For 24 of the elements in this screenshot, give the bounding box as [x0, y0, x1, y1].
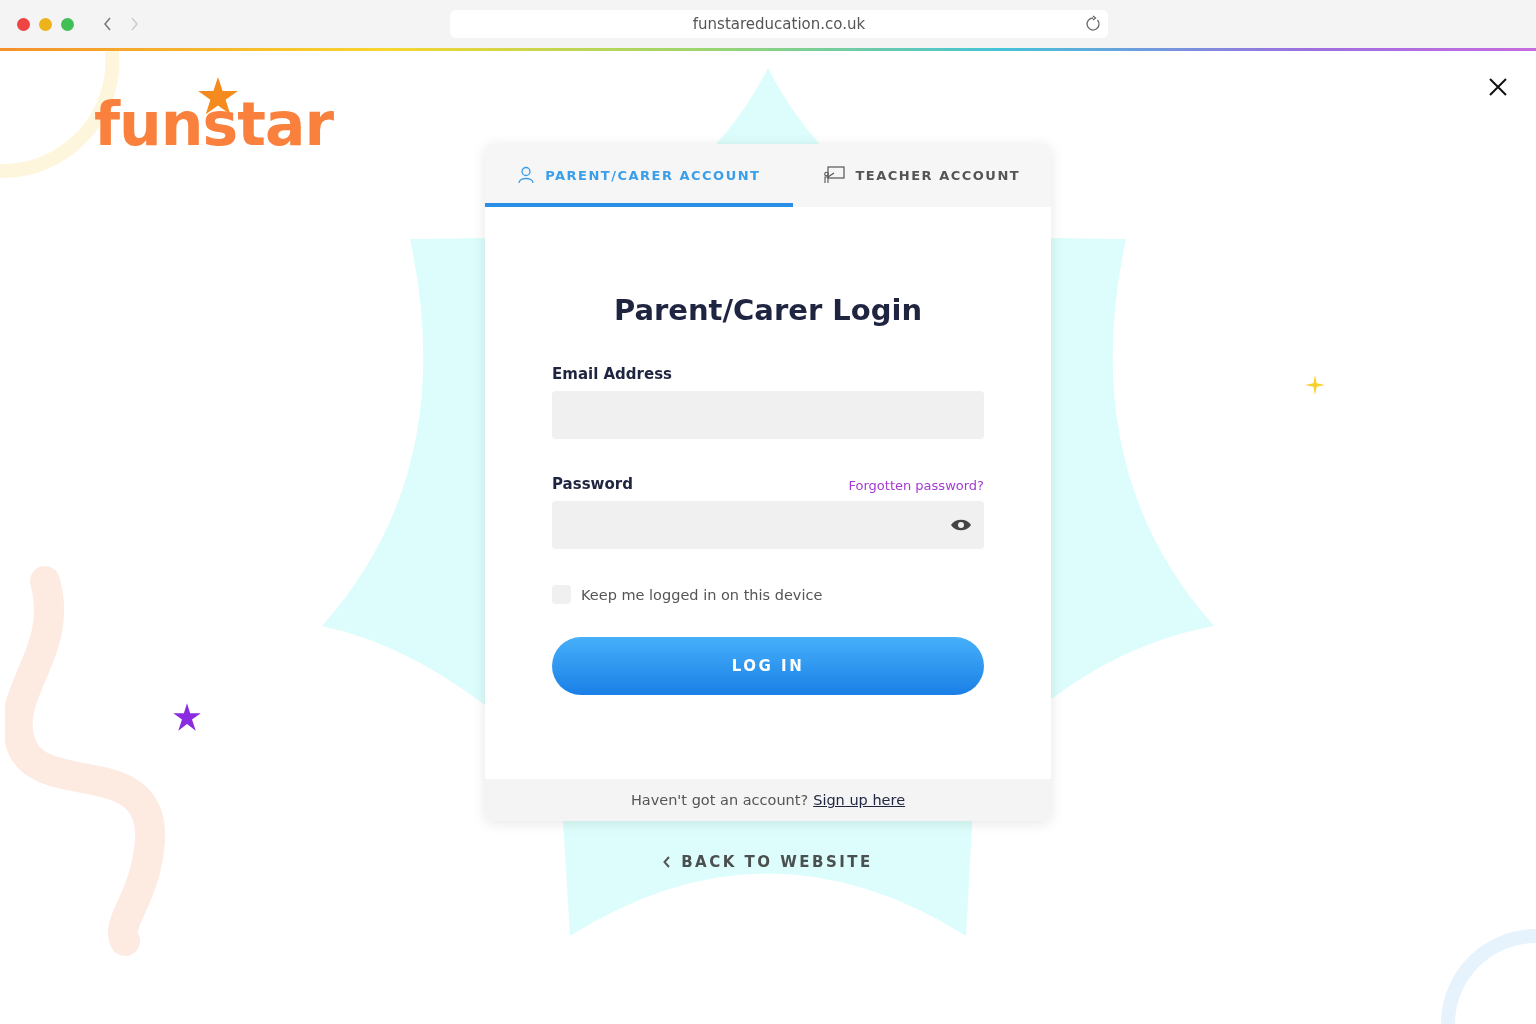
back-icon[interactable]: [102, 17, 114, 31]
login-title: Parent/Carer Login: [612, 293, 924, 327]
close-icon[interactable]: [1488, 77, 1508, 97]
close-window-dot[interactable]: [17, 17, 30, 31]
address-bar[interactable]: funstareducation.co.uk: [450, 10, 1108, 38]
password-field[interactable]: [552, 501, 984, 549]
chevron-left-icon: [663, 856, 672, 868]
remember-label: Keep me logged in on this device: [581, 586, 823, 603]
minimize-window-dot[interactable]: [39, 17, 52, 31]
eye-icon[interactable]: [950, 518, 972, 532]
sign-up-link[interactable]: Sign up here: [813, 792, 906, 808]
sparkle-icon: [1305, 375, 1325, 395]
email-label: Email Address: [552, 365, 673, 383]
password-label: Password: [552, 475, 633, 493]
maximize-window-dot[interactable]: [61, 17, 74, 31]
signup-prompt: Haven't got an account?: [630, 792, 809, 808]
teacher-board-icon: [823, 166, 846, 184]
star-icon: [172, 702, 202, 732]
person-icon: [517, 166, 536, 184]
reload-icon[interactable]: [1084, 15, 1102, 33]
forgotten-password-link[interactable]: Forgotten password?: [848, 478, 984, 493]
account-tab[interactable]: TEACHER ACCOUNT: [792, 144, 1051, 207]
back-to-website-link[interactable]: BACK TO WEBSITE: [663, 853, 873, 871]
forward-icon[interactable]: [128, 17, 140, 31]
